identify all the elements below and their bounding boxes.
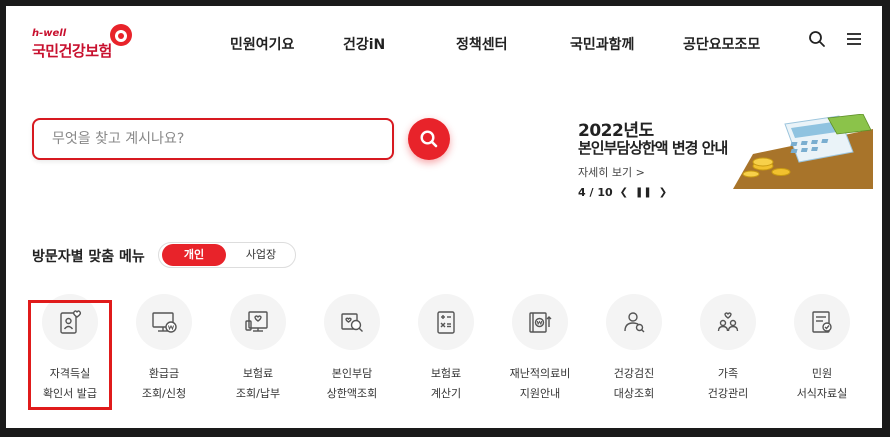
search-box (32, 118, 394, 160)
custom-menu-title: 방문자별 맞춤 메뉴 (32, 249, 145, 265)
search-icon (420, 130, 438, 148)
notice-more-link[interactable]: 자세히 보기 > (578, 164, 645, 180)
notice-pager: 4 / 10 ❮ ❚❚ ❯ (578, 186, 667, 199)
menu-item-catastrophic-medical[interactable]: 재난적의료비 지원안내 (496, 292, 584, 412)
monitor-won-icon (152, 312, 177, 333)
menu-item-health-checkup[interactable]: 건강검진 대상조회 (590, 292, 678, 412)
calculator-illustration (733, 114, 873, 189)
prev-icon[interactable]: ❮ (620, 187, 628, 198)
pager-count: 4 / 10 (578, 186, 613, 199)
notice-title[interactable]: 본인부담상한액 변경 안내 (578, 137, 728, 158)
search-button[interactable] (408, 118, 450, 160)
menu-item-premium-calculator[interactable]: 보험료 계산기 (402, 292, 490, 412)
nav-item-civil-service[interactable]: 민원여기요 (230, 34, 294, 54)
nav-item-with-public[interactable]: 국민과함께 (570, 34, 634, 54)
next-icon[interactable]: ❯ (659, 187, 667, 198)
menu-item-forms-library[interactable]: 민원 서식자료실 (778, 292, 866, 412)
quick-menu: 자격득실 확인서 발급 환급금 조회/신청 보험료 조회/납부 본인부담 상한액… (6, 292, 882, 422)
nav-item-corporation-info[interactable]: 공단요모조모 (683, 34, 760, 54)
logo-name: 국민건강보험 (32, 42, 112, 60)
person-search-icon (624, 312, 645, 333)
site-logo[interactable]: h-well 국민건강보험 (32, 24, 152, 68)
nav-item-health-in[interactable]: 건강iN (343, 34, 385, 54)
search-icon[interactable] (808, 30, 826, 52)
tab-business[interactable]: 사업장 (229, 243, 293, 267)
tab-individual[interactable]: 개인 (162, 244, 226, 266)
document-heart-icon (245, 311, 268, 332)
selection-highlight (28, 300, 112, 410)
nav-item-policy-center[interactable]: 정책센터 (456, 34, 508, 54)
magnifier-heart-icon (341, 313, 363, 332)
logo-tagline: h-well (32, 28, 67, 39)
calculator-icon (437, 311, 455, 334)
family-heart-icon (717, 312, 739, 332)
pause-icon[interactable]: ❚❚ (635, 187, 652, 198)
menu-item-premium-payment[interactable]: 보험료 조회/납부 (214, 292, 302, 412)
logo-mark-icon (110, 24, 132, 46)
menu-item-copay-ceiling[interactable]: 본인부담 상한액조회 (308, 292, 396, 412)
search-input[interactable] (34, 120, 392, 158)
menu-icon[interactable] (845, 30, 863, 52)
form-check-icon (812, 311, 832, 333)
menu-item-refund[interactable]: 환급금 조회/신청 (120, 292, 208, 412)
visitor-type-toggle: 개인 사업장 (158, 242, 296, 268)
page: h-well 국민건강보험 민원여기요 건강iN 정책센터 국민과함께 공단요모… (6, 6, 882, 428)
won-book-icon (529, 312, 552, 333)
menu-item-family-health[interactable]: 가족 건강관리 (684, 292, 772, 412)
